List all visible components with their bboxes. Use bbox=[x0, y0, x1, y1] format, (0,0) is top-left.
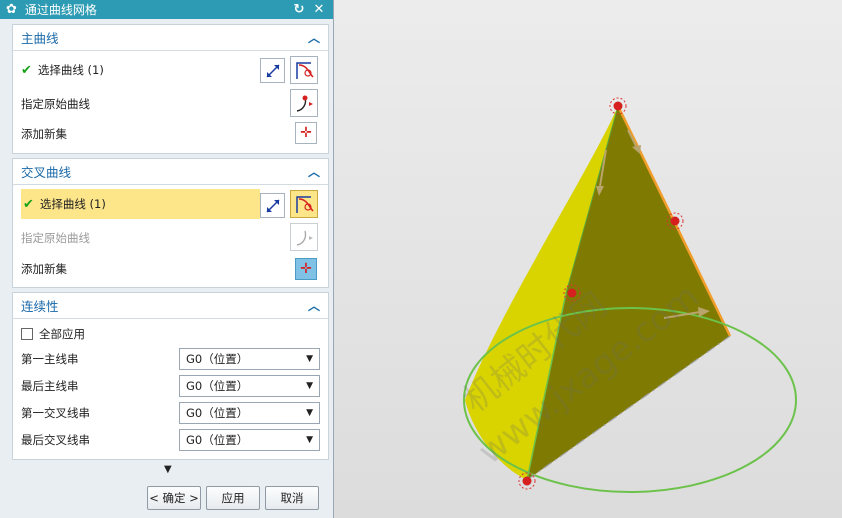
apply-all-row[interactable]: 全部应用 bbox=[21, 323, 320, 345]
section-title: 交叉曲线 bbox=[21, 165, 72, 180]
section-header[interactable]: 连续性 ︿ bbox=[13, 293, 328, 319]
section-title: 主曲线 bbox=[21, 31, 59, 46]
add-new-set-button[interactable]: ✛ bbox=[295, 258, 317, 280]
curve-select-icon bbox=[296, 62, 314, 79]
dropdown-arrow-icon: ▼ bbox=[306, 354, 313, 364]
reset-icon[interactable]: ↻ bbox=[291, 2, 307, 17]
checkmark-icon: ✔ bbox=[21, 62, 32, 78]
apply-all-label: 全部应用 bbox=[39, 327, 85, 341]
add-set-icon: ✛ bbox=[300, 125, 312, 141]
dialog-titlebar[interactable]: ✿ 通过曲线网格 ↻ ✕ bbox=[0, 0, 333, 19]
section-continuity: 连续性 ︿ 全部应用 第一主线串 G0（位置） ▼ 最后主线串 G0（位置） ▼… bbox=[12, 292, 329, 460]
gear-icon[interactable]: ✿ bbox=[6, 2, 17, 17]
graphics-viewport[interactable]: 机械时代网 www.jxage.com bbox=[334, 0, 842, 518]
add-new-set-label: 添加新集 bbox=[21, 127, 67, 141]
continuity-label: 第一主线串 bbox=[21, 352, 79, 366]
dropdown-arrow-icon: ▼ bbox=[306, 435, 313, 445]
section-header[interactable]: 主曲线 ︿ bbox=[13, 25, 328, 51]
curve-select-button[interactable] bbox=[290, 56, 318, 84]
specify-origin-label: 指定原始曲线 bbox=[21, 231, 90, 245]
checkmark-icon: ✔ bbox=[23, 196, 34, 212]
continuity-value: G0（位置） bbox=[186, 406, 249, 420]
continuity-select[interactable]: G0（位置） ▼ bbox=[179, 375, 320, 397]
select-curve-label: 选择曲线 (1) bbox=[39, 197, 106, 211]
apply-button[interactable]: 应用 bbox=[206, 486, 260, 510]
dropdown-arrow-icon: ▼ bbox=[306, 408, 313, 418]
continuity-label: 第一交叉线串 bbox=[21, 406, 90, 420]
dialog: ✿ 通过曲线网格 ↻ ✕ 主曲线 ︿ ✔ 选择曲线 (1) 指定原始曲线 添加新… bbox=[0, 0, 334, 518]
continuity-select[interactable]: G0（位置） ▼ bbox=[179, 402, 320, 424]
continuity-value: G0（位置） bbox=[186, 379, 249, 393]
continuity-label: 最后主线串 bbox=[21, 379, 79, 393]
ok-button[interactable]: < 确定 > bbox=[147, 486, 201, 510]
reverse-direction-icon bbox=[265, 198, 280, 213]
collapse-icon[interactable]: ︿ bbox=[308, 163, 320, 180]
add-new-set-button[interactable]: ✛ bbox=[295, 122, 317, 144]
collapse-icon[interactable]: ︿ bbox=[308, 29, 320, 46]
continuity-value: G0（位置） bbox=[186, 433, 249, 447]
add-new-set-row[interactable]: 添加新集 bbox=[21, 258, 320, 280]
reverse-direction-button[interactable] bbox=[260, 58, 285, 83]
specify-origin-label: 指定原始曲线 bbox=[21, 97, 90, 111]
section-title: 连续性 bbox=[21, 299, 59, 314]
curve-select-icon bbox=[296, 196, 314, 213]
section-primary-curves: 主曲线 ︿ ✔ 选择曲线 (1) 指定原始曲线 添加新集 ✛ bbox=[12, 24, 329, 154]
specify-origin-button bbox=[290, 223, 318, 251]
apply-all-checkbox[interactable] bbox=[21, 328, 33, 340]
specify-origin-row: 指定原始曲线 bbox=[21, 227, 320, 249]
continuity-value: G0（位置） bbox=[186, 352, 249, 366]
reverse-direction-button[interactable] bbox=[260, 193, 285, 218]
cone-model[interactable]: 机械时代网 www.jxage.com bbox=[334, 0, 842, 518]
specify-origin-row[interactable]: 指定原始曲线 bbox=[21, 93, 320, 115]
dialog-title: 通过曲线网格 bbox=[24, 3, 97, 17]
dropdown-arrow-icon: ▼ bbox=[306, 381, 313, 391]
specify-origin-button[interactable] bbox=[290, 89, 318, 117]
section-cross-curves: 交叉曲线 ︿ ✔ 选择曲线 (1) 指定原始曲线 添加新集 ✛ bbox=[12, 158, 329, 288]
select-curve-row-active[interactable]: ✔ 选择曲线 (1) bbox=[21, 189, 260, 219]
continuity-label: 最后交叉线串 bbox=[21, 433, 90, 447]
add-new-set-label: 添加新集 bbox=[21, 262, 67, 276]
select-curve-label: 选择曲线 (1) bbox=[37, 63, 104, 77]
expand-more-icon[interactable]: ▼ bbox=[164, 464, 172, 475]
continuity-select[interactable]: G0（位置） ▼ bbox=[179, 348, 320, 370]
section-header[interactable]: 交叉曲线 ︿ bbox=[13, 159, 328, 185]
continuity-select[interactable]: G0（位置） ▼ bbox=[179, 429, 320, 451]
reverse-direction-icon bbox=[265, 63, 280, 78]
cancel-button[interactable]: 取消 bbox=[265, 486, 319, 510]
add-new-set-row[interactable]: 添加新集 bbox=[21, 123, 320, 145]
origin-curve-icon bbox=[296, 230, 313, 246]
origin-curve-icon bbox=[296, 95, 313, 112]
curve-select-button[interactable] bbox=[290, 190, 318, 218]
close-icon[interactable]: ✕ bbox=[311, 2, 327, 17]
add-set-icon: ✛ bbox=[300, 261, 312, 277]
collapse-icon[interactable]: ︿ bbox=[308, 297, 320, 314]
